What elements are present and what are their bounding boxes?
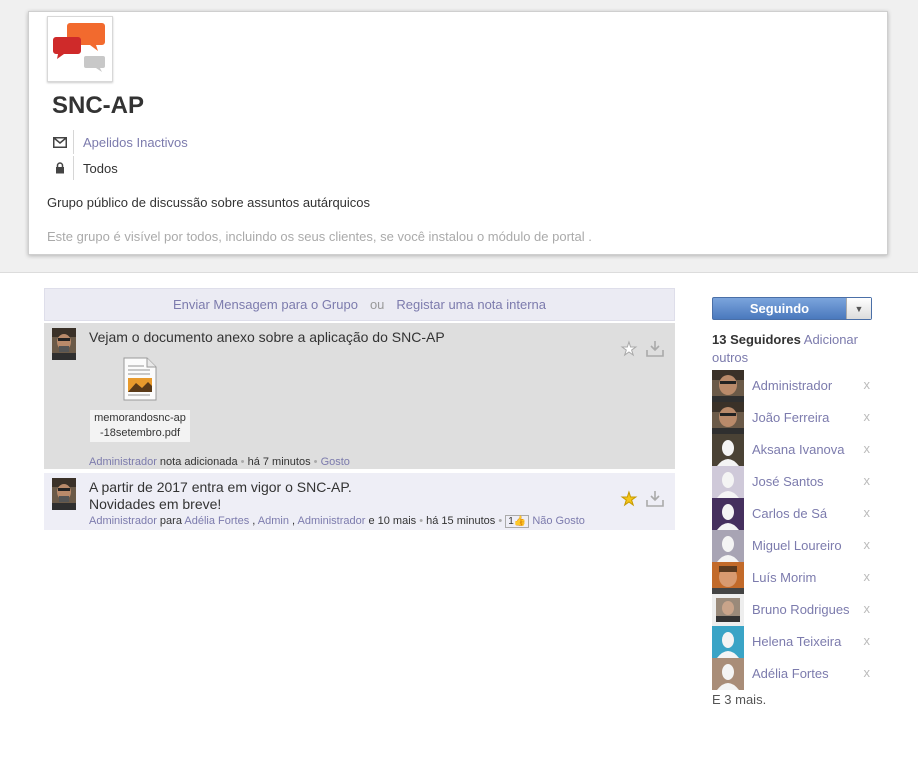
followers-header: 13 Seguidores Adicionar outros — [712, 331, 882, 367]
group-logo[interactable] — [47, 16, 113, 82]
pdf-file-icon — [123, 357, 157, 401]
separator-dot: • — [419, 515, 424, 527]
like-count-badge: 1👍 — [505, 515, 530, 528]
action-text: nota adicionada — [159, 456, 238, 468]
follower-name[interactable]: Aksana Ivanova — [752, 442, 845, 457]
timestamp: há 15 minutos — [426, 515, 496, 527]
archive-icon[interactable] — [645, 340, 665, 361]
recipient-link[interactable]: Adélia Fortes — [184, 515, 249, 527]
follower-name[interactable]: Carlos de Sá — [752, 506, 827, 521]
visibility-note: Este grupo é visível por todos, incluind… — [47, 229, 592, 244]
follower-avatar[interactable] — [712, 626, 744, 658]
archive-icon[interactable] — [645, 490, 665, 511]
group-description: Grupo público de discussão sobre assunto… — [47, 195, 371, 210]
follower-name[interactable]: Administrador — [752, 378, 832, 393]
attachment-name-line: memorandosnc-ap — [94, 412, 186, 424]
star-icon[interactable]: ★ — [620, 340, 637, 359]
like-link[interactable]: Gosto — [321, 456, 350, 468]
follower-avatar[interactable] — [712, 466, 744, 498]
remove-follower-icon[interactable]: x — [864, 441, 871, 456]
follower-name[interactable]: Helena Teixeira — [752, 634, 841, 649]
follower-avatar[interactable] — [712, 402, 744, 434]
group-title: SNC-AP — [52, 92, 145, 119]
author-avatar[interactable] — [52, 328, 76, 360]
recipient-link[interactable]: Administrador — [298, 515, 366, 527]
separator-dot: • — [313, 456, 318, 468]
follower-name[interactable]: Adélia Fortes — [752, 666, 829, 681]
attachment-name-line: -18setembro.pdf — [99, 427, 181, 439]
follower-avatar[interactable] — [712, 498, 744, 530]
remove-follower-icon[interactable]: x — [864, 633, 871, 648]
message-body: A partir de 2017 entra em vigor o SNC-AP… — [89, 479, 352, 513]
remove-follower-icon[interactable]: x — [864, 377, 871, 392]
or-separator: ou — [369, 297, 385, 312]
log-note-link[interactable]: Registar uma nota interna — [396, 297, 546, 312]
remove-follower-icon[interactable]: x — [864, 505, 871, 520]
message-body: Vejam o documento anexo sobre a aplicaçã… — [89, 329, 445, 345]
follower-name[interactable]: Bruno Rodrigues — [752, 602, 850, 617]
remove-follower-icon[interactable]: x — [864, 537, 871, 552]
follower-item: Bruno Rodrigues x — [712, 594, 872, 626]
email-row: Apelidos Inactivos — [47, 130, 188, 154]
attachment[interactable]: memorandosnc-ap -18setembro.pdf — [90, 357, 190, 442]
envelope-icon — [47, 130, 74, 154]
remove-follower-icon[interactable]: x — [864, 473, 871, 488]
follower-avatar[interactable] — [712, 434, 744, 466]
remove-follower-icon[interactable]: x — [864, 569, 871, 584]
star-icon[interactable]: ★ — [620, 490, 637, 509]
follower-avatar[interactable] — [712, 562, 744, 594]
message-line: A partir de 2017 entra em vigor o SNC-AP… — [89, 479, 352, 495]
follower-item: João Ferreira x — [712, 402, 872, 434]
follower-avatar[interactable] — [712, 530, 744, 562]
chevron-down-icon[interactable]: ▼ — [846, 298, 871, 319]
author-link[interactable]: Administrador — [89, 515, 157, 527]
more-recipients[interactable]: e 10 mais — [368, 515, 416, 527]
attachment-name: memorandosnc-ap -18setembro.pdf — [90, 410, 190, 442]
following-button[interactable]: Seguindo ▼ — [712, 297, 872, 320]
follower-item: José Santos x — [712, 466, 872, 498]
privacy-row: Todos — [47, 156, 118, 180]
follower-item: Adélia Fortes x — [712, 658, 872, 690]
lock-icon — [47, 156, 74, 180]
follower-name[interactable]: João Ferreira — [752, 410, 829, 425]
send-message-link[interactable]: Enviar Mensagem para o Grupo — [173, 297, 358, 312]
follower-avatar[interactable] — [712, 658, 744, 690]
privacy-label: Todos — [83, 160, 118, 176]
timestamp: há 7 minutos — [247, 456, 311, 468]
follower-name[interactable]: Miguel Loureiro — [752, 538, 842, 553]
follower-item: Miguel Loureiro x — [712, 530, 872, 562]
follower-name[interactable]: Luís Morim — [752, 570, 816, 585]
recipient-link[interactable]: Admin — [258, 515, 289, 527]
separator-dot: • — [498, 515, 503, 527]
followers-count: 13 Seguidores — [712, 332, 801, 347]
message-footer: Administrador para Adélia Fortes , Admin… — [89, 515, 585, 528]
follower-avatar[interactable] — [712, 370, 744, 402]
message-footer: Administrador nota adicionada • há 7 min… — [89, 456, 350, 468]
follower-item: Administrador x — [712, 370, 872, 402]
remove-follower-icon[interactable]: x — [864, 601, 871, 616]
remove-follower-icon[interactable]: x — [864, 665, 871, 680]
message-item: A partir de 2017 entra em vigor o SNC-AP… — [44, 473, 675, 531]
remove-follower-icon[interactable]: x — [864, 409, 871, 424]
follower-name[interactable]: José Santos — [752, 474, 824, 489]
group-card: SNC-AP Apelidos Inactivos Todos Grupo pú… — [28, 11, 888, 255]
chat-bubbles-icon — [53, 23, 105, 72]
follower-item: Helena Teixeira x — [712, 626, 872, 658]
unlike-link[interactable]: Não Gosto — [532, 515, 585, 527]
author-avatar[interactable] — [52, 478, 76, 510]
follower-item: Luís Morim x — [712, 562, 872, 594]
message-item: Vejam o documento anexo sobre a aplicaçã… — [44, 323, 675, 470]
follower-item: Aksana Ivanova x — [712, 434, 872, 466]
message-line: Novidades em breve! — [89, 496, 222, 512]
follower-item: Carlos de Sá x — [712, 498, 872, 530]
email-alias-link[interactable]: Apelidos Inactivos — [74, 135, 188, 150]
to-label: para — [159, 515, 182, 527]
separator-dot: • — [240, 456, 245, 468]
thumbs-up-icon: 👍 — [513, 516, 527, 527]
follower-avatar[interactable] — [712, 594, 744, 626]
author-link[interactable]: Administrador — [89, 456, 157, 468]
following-label[interactable]: Seguindo — [713, 298, 846, 319]
compose-bar: Enviar Mensagem para o Grupo ou Registar… — [44, 288, 675, 321]
more-followers: E 3 mais. — [712, 692, 767, 707]
